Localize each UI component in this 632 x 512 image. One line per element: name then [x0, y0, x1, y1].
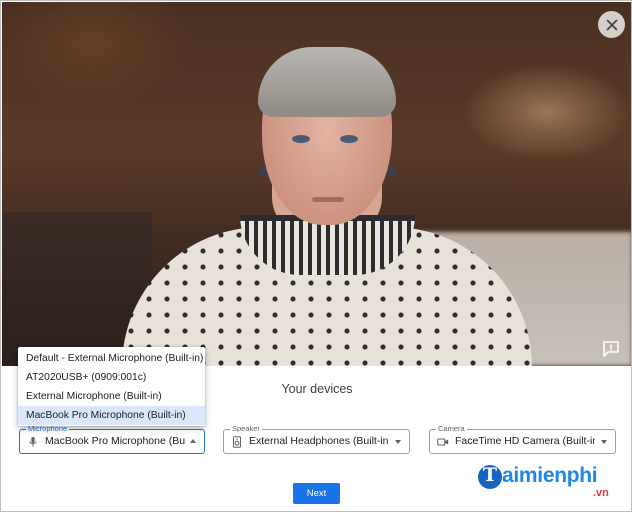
person-in-preview	[122, 47, 532, 366]
device-setup-window: Your devices Microphone MacBook Pro Micr…	[0, 0, 632, 512]
close-button[interactable]	[598, 11, 625, 38]
camera-icon	[437, 438, 449, 446]
speaker-icon	[233, 436, 241, 448]
chevron-down-icon	[601, 440, 607, 444]
taimienphi-logo: T aimienphi .vn	[478, 463, 628, 503]
microphone-option[interactable]: External Microphone (Built-in)	[18, 387, 205, 406]
speaker-label: Speaker	[230, 424, 262, 434]
chevron-up-icon	[190, 439, 196, 443]
microphone-icon	[29, 437, 37, 447]
close-icon	[606, 19, 617, 30]
microphone-option-selected[interactable]: MacBook Pro Microphone (Built-in)	[18, 406, 205, 425]
speaker-select[interactable]: Speaker External Headphones (Built-in)	[223, 424, 410, 454]
microphone-select[interactable]: Microphone MacBook Pro Microphone (Bu...	[19, 424, 205, 454]
microphone-option[interactable]: AT2020USB+ (0909:001c)	[18, 368, 205, 387]
camera-label: Camera	[436, 424, 467, 434]
camera-value: FaceTime HD Camera (Built-in...	[455, 435, 595, 447]
microphone-option[interactable]: Default - External Microphone (Built-in)	[18, 349, 205, 368]
camera-select[interactable]: Camera FaceTime HD Camera (Built-in...	[429, 424, 616, 454]
chevron-down-icon	[395, 440, 401, 444]
camera-preview	[2, 2, 631, 366]
speaker-value: External Headphones (Built-in)	[249, 435, 389, 447]
microphone-dropdown-menu: Default - External Microphone (Built-in)…	[18, 347, 205, 426]
microphone-value: MacBook Pro Microphone (Bu...	[45, 435, 185, 447]
feedback-icon[interactable]	[602, 340, 620, 358]
next-button[interactable]: Next	[293, 483, 340, 504]
